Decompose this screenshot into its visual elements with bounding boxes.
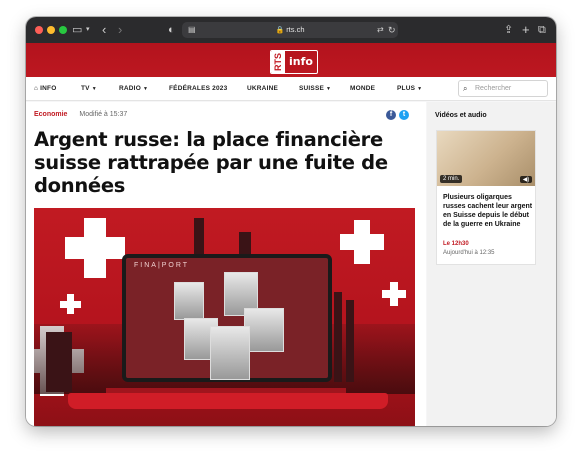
portrait-photo	[210, 326, 250, 380]
article-hero-image: FINA|PORT	[34, 208, 415, 426]
duration-badge: 2 min.	[440, 175, 463, 183]
caret-down-icon: ▼	[91, 86, 97, 92]
caret-down-icon: ▼	[326, 86, 332, 92]
building-shape	[46, 332, 72, 392]
sidebar-toggle-icon[interactable]: ▭	[72, 22, 82, 38]
portrait-photo	[244, 308, 284, 352]
nav-item-radio[interactable]: RADIO ▼	[119, 77, 148, 101]
tabs-overview-icon[interactable]: ⧉	[538, 22, 546, 38]
lock-icon: 🔒	[275, 27, 285, 34]
caret-down-icon: ▼	[417, 86, 423, 92]
swiss-cross-shape	[65, 237, 125, 259]
modified-time: Modifié à 15:37	[79, 111, 128, 118]
nav-item-suisse[interactable]: SUISSE ▼	[299, 77, 331, 101]
sidebar-title: Vidéos et audio	[435, 112, 487, 119]
nav-item-info[interactable]: ⌂ INFO	[34, 77, 56, 101]
address-bar[interactable]: 🔒 rts.ch	[182, 22, 398, 38]
finaport-logo-text: FINA|PORT	[134, 262, 190, 269]
logo-rts-text: RTS	[271, 51, 285, 73]
translate-icon[interactable]: ⇄	[377, 22, 384, 38]
caret-down-icon: ▼	[142, 86, 149, 92]
article-meta: Economie Modifié à 15:37	[34, 111, 127, 118]
video-thumbnail[interactable]: 2 min. ◀)	[437, 131, 535, 186]
nav-item-tv[interactable]: TV ▼	[81, 77, 97, 101]
article-headline: Argent russe: la place financière suisse…	[34, 128, 388, 197]
logo-info-text: info	[289, 55, 313, 68]
nav-item-label: INFO	[40, 85, 57, 92]
main-nav: ⌂ INFO TV ▼ RADIO ▼ FÉDÉRALES 2023 UKRAINE…	[26, 77, 556, 101]
category-link[interactable]: Economie	[34, 111, 67, 118]
laptop-base	[68, 393, 388, 409]
maximize-window-button[interactable]	[59, 26, 67, 34]
nav-item-label: RADIO	[119, 85, 141, 92]
facebook-share-icon[interactable]: f	[386, 110, 396, 120]
privacy-shield-icon[interactable]: ◐	[168, 22, 175, 38]
swiss-cross-shape	[340, 234, 384, 250]
search-icon: ⌕	[463, 84, 468, 93]
nav-item-monde[interactable]: MONDE	[350, 77, 375, 101]
media-sidebar: Vidéos et audio 2 min. ◀) Plusieurs olig…	[427, 102, 556, 426]
nav-item-label: FÉDÉRALES 2023	[169, 85, 228, 92]
church-tower-shape	[346, 300, 354, 382]
article-main: Economie Modifié à 15:37 f t Argent russ…	[26, 102, 426, 426]
page-icon: ▤	[188, 25, 196, 34]
nav-item-label: SUISSE	[299, 85, 325, 92]
minimize-window-button[interactable]	[47, 26, 55, 34]
nav-item-label: UKRAINE	[247, 85, 279, 92]
chevron-down-icon[interactable]: ▾	[86, 22, 90, 38]
video-title[interactable]: Plusieurs oligarques russes cachent leur…	[443, 193, 533, 229]
back-icon[interactable]: ‹	[102, 22, 106, 38]
publish-date: Aujourd'hui à 12:35	[443, 250, 495, 256]
nav-item-label: MONDE	[350, 85, 376, 92]
video-card[interactable]: 2 min. ◀) Plusieurs oligarques russes ca…	[436, 130, 536, 265]
nav-item-plus[interactable]: PLUS ▼	[397, 77, 422, 101]
twitter-share-icon[interactable]: t	[399, 110, 409, 120]
url-text: rts.ch	[286, 25, 305, 34]
swiss-cross-shape	[382, 290, 406, 298]
portrait-photo	[174, 282, 204, 320]
reload-icon[interactable]: ↻	[388, 22, 396, 38]
swiss-cross-shape	[60, 301, 81, 308]
browser-window: ▭ ▾ ‹ › ◐ 🔒 rts.ch ▤ ⇄ ↻ ⇪ + ⧉ RTS info ⌂…	[26, 17, 556, 426]
new-tab-icon[interactable]: +	[522, 22, 530, 38]
rts-info-logo[interactable]: RTS info	[270, 50, 318, 74]
speaker-icon: ◀)	[520, 176, 532, 183]
nav-item-label: PLUS	[397, 85, 416, 92]
nav-item-federales[interactable]: FÉDÉRALES 2023	[169, 77, 227, 101]
church-tower-shape	[334, 292, 342, 382]
search-placeholder: Rechercher	[475, 85, 512, 92]
browser-toolbar: ▭ ▾ ‹ › ◐ 🔒 rts.ch ▤ ⇄ ↻ ⇪ + ⧉	[26, 17, 556, 43]
program-name: Le 12h30	[443, 241, 469, 247]
close-window-button[interactable]	[35, 26, 43, 34]
search-input[interactable]: ⌕ Rechercher	[458, 80, 548, 97]
share-icon[interactable]: ⇪	[504, 22, 513, 38]
nav-item-label: TV	[81, 85, 90, 92]
forward-icon[interactable]: ›	[118, 22, 122, 38]
nav-item-ukraine[interactable]: UKRAINE	[247, 77, 278, 101]
